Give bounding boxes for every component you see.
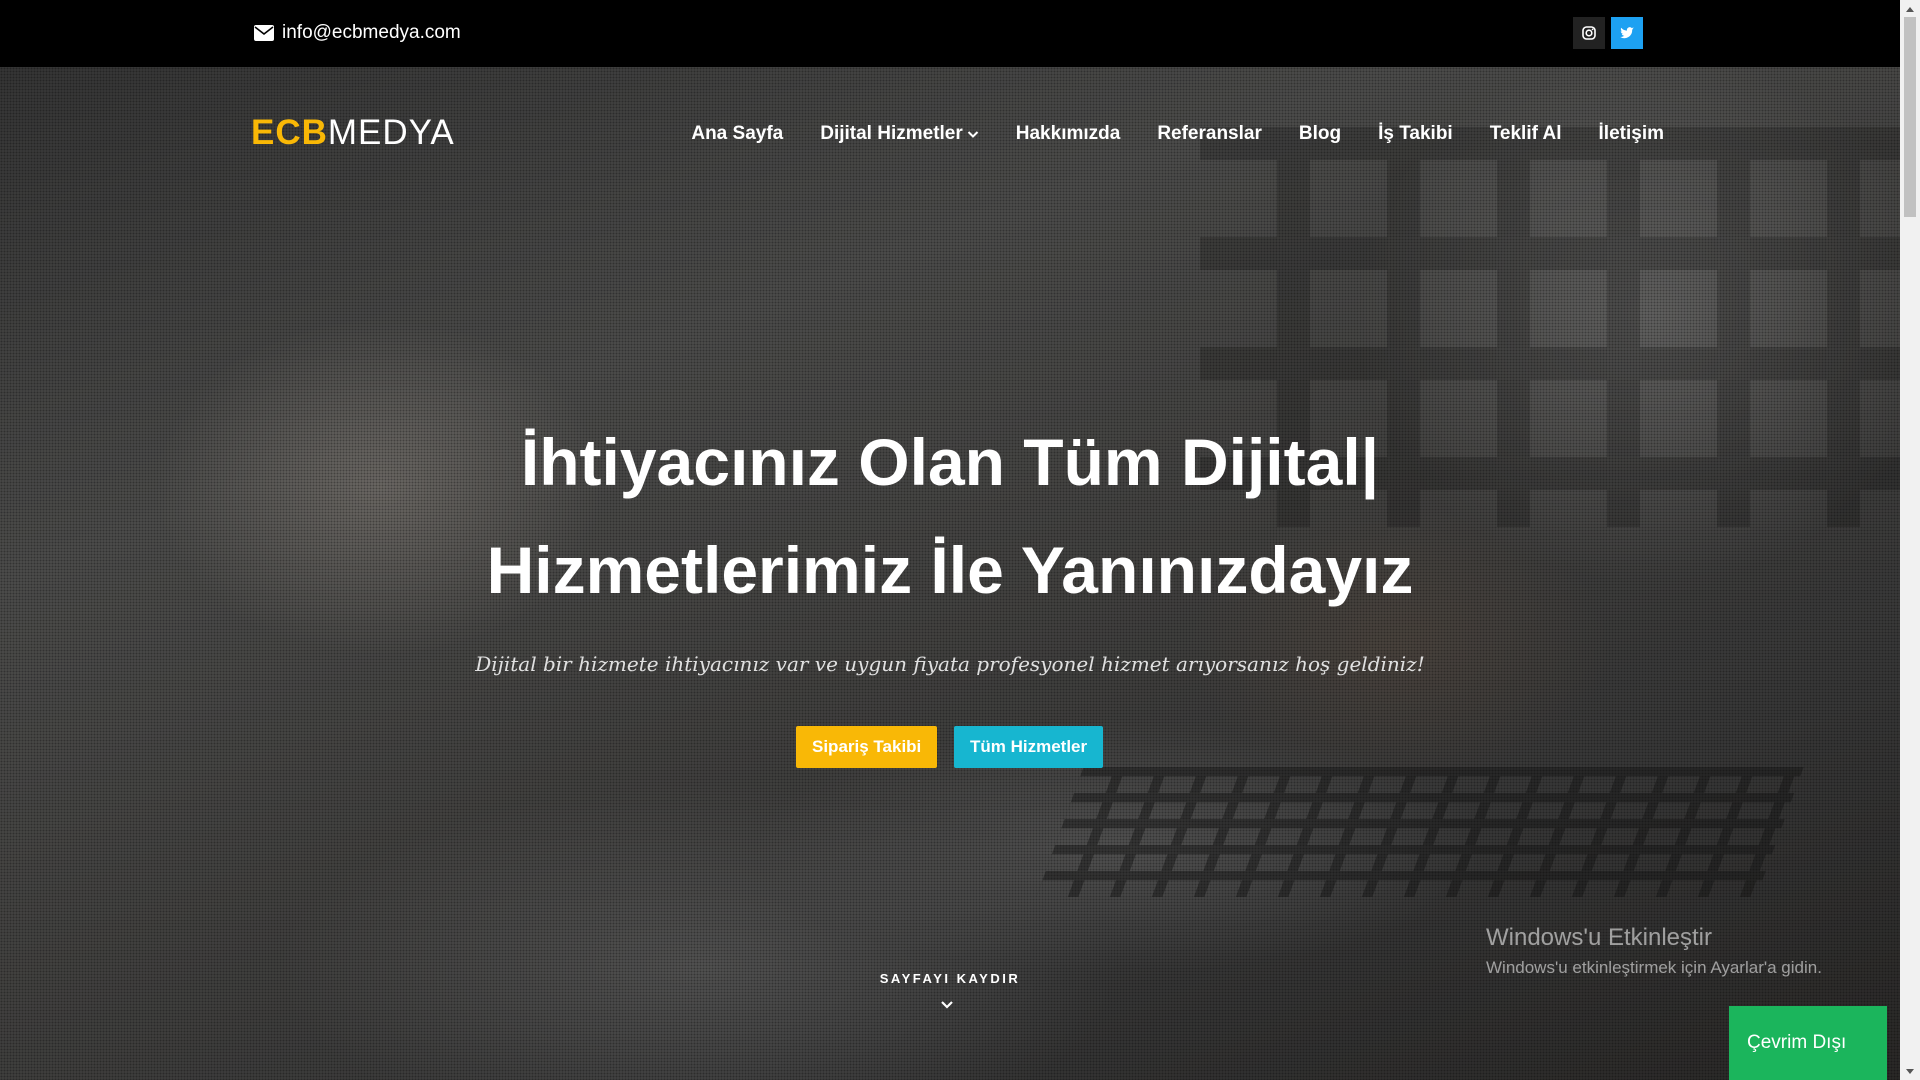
- windows-activation-notice: Windows'u Etkinleştir Windows'u etkinleş…: [1486, 924, 1822, 978]
- nav-label: Teklif Al: [1489, 123, 1562, 144]
- twitter-button[interactable]: [1611, 17, 1643, 49]
- main-nav: Ana Sayfa Dijital Hizmetler Hakkımızda R…: [691, 123, 1664, 145]
- logo-part-medya: MEDYA: [327, 113, 455, 152]
- instagram-icon: [1582, 26, 1596, 40]
- nav-item-teklif-al[interactable]: Teklif Al: [1490, 123, 1562, 145]
- nav-label: Ana Sayfa: [691, 123, 784, 144]
- email-link[interactable]: info@ecbmedya.com: [254, 22, 461, 44]
- nav-label: Dijital Hizmetler: [820, 123, 963, 144]
- nav-label: Hakkımızda: [1015, 123, 1121, 144]
- nav-item-blog[interactable]: Blog: [1299, 123, 1341, 145]
- hero-subtitle: Dijital bir hizmete ihtiyacınız var ve u…: [475, 652, 1425, 676]
- logo-part-ecb: ECB: [251, 113, 328, 152]
- nav-item-hakkimizda[interactable]: Hakkımızda: [1016, 123, 1121, 145]
- instagram-button[interactable]: [1573, 17, 1605, 49]
- nav-item-ana-sayfa[interactable]: Ana Sayfa: [691, 123, 783, 145]
- headline-line-1: İhtiyacınız Olan Tüm Dijital|: [520, 425, 1380, 499]
- hero-headline: İhtiyacınız Olan Tüm Dijital| Hizmetleri…: [0, 408, 1900, 624]
- chevron-down-icon[interactable]: [940, 1000, 954, 1010]
- windows-notice-text: Windows'u etkinleştirmek için Ayarlar'a …: [1486, 958, 1822, 977]
- order-tracking-button[interactable]: Sipariş Takibi: [796, 726, 938, 768]
- site-logo[interactable]: ECBMEDYA: [251, 113, 455, 153]
- chevron-down-icon: [967, 131, 978, 138]
- scroll-down-arrow-icon[interactable]: [1900, 1063, 1920, 1080]
- top-bar: info@ecbmedya.com: [0, 0, 1900, 67]
- headline-line-2: Hizmetlerimiz İle Yanınızdayız: [486, 533, 1414, 607]
- nav-item-dijital-hizmetler[interactable]: Dijital Hizmetler: [820, 123, 979, 145]
- nav-item-referanslar[interactable]: Referanslar: [1157, 123, 1262, 145]
- scrollbar-thumb[interactable]: [1904, 17, 1916, 217]
- scroll-up-arrow-icon[interactable]: [1900, 0, 1920, 17]
- email-text: info@ecbmedya.com: [282, 22, 461, 43]
- all-services-button[interactable]: Tüm Hizmetler: [954, 726, 1104, 768]
- twitter-icon: [1620, 27, 1634, 39]
- nav-label: İş Takibi: [1378, 123, 1453, 144]
- nav-label: Referanslar: [1157, 123, 1262, 144]
- nav-item-is-takibi[interactable]: İş Takibi: [1378, 123, 1453, 145]
- page-scrollbar[interactable]: [1900, 0, 1920, 1080]
- windows-notice-title: Windows'u Etkinleştir: [1486, 924, 1712, 951]
- envelope-icon: [254, 25, 274, 41]
- chat-status-button[interactable]: Çevrim Dışı: [1729, 1006, 1887, 1080]
- nav-item-iletisim[interactable]: İletişim: [1599, 123, 1664, 145]
- nav-label: İletişim: [1598, 123, 1664, 144]
- nav-label: Blog: [1298, 123, 1342, 144]
